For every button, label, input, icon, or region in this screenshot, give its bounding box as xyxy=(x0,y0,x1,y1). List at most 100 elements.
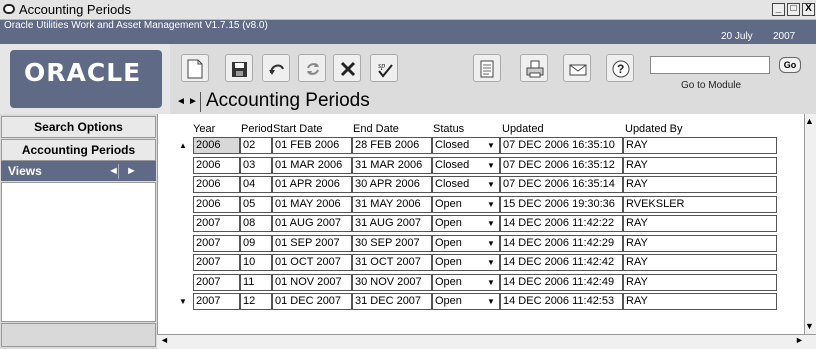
mail-icon[interactable] xyxy=(563,54,591,82)
report-icon[interactable] xyxy=(473,54,501,82)
row-scroll-down-icon[interactable]: ▼ xyxy=(173,293,193,310)
scroll-right-arrow-icon[interactable]: ► xyxy=(795,335,804,345)
window-title: Accounting Periods xyxy=(19,2,132,17)
start-date-cell[interactable]: 01 OCT 2007 xyxy=(272,254,352,271)
updated-cell[interactable]: 07 DEC 2006 16:35:14 xyxy=(500,176,623,193)
undo-icon[interactable] xyxy=(262,54,290,82)
updated-cell[interactable]: 14 DEC 2006 11:42:42 xyxy=(500,254,623,271)
period-cell[interactable]: 10 xyxy=(240,254,272,271)
goto-module-input[interactable] xyxy=(650,56,770,74)
year-cell[interactable]: 2006 xyxy=(193,176,240,193)
delete-icon[interactable] xyxy=(333,54,361,82)
start-date-cell[interactable]: 01 MAY 2006 xyxy=(272,196,352,213)
start-date-cell[interactable]: 01 FEB 2006 xyxy=(272,137,352,154)
updated-cell[interactable]: 14 DEC 2006 11:42:22 xyxy=(500,215,623,232)
column-header-status: Status xyxy=(433,123,465,135)
period-cell[interactable]: 03 xyxy=(240,157,272,174)
column-header-updated-by: Updated By xyxy=(625,123,683,135)
scroll-left-arrow-icon[interactable]: ◄ xyxy=(160,335,169,345)
status-dropdown-arrow-icon[interactable]: ▼ xyxy=(484,275,498,290)
year-cell[interactable]: 2007 xyxy=(193,293,240,310)
end-date-cell[interactable]: 31 DEC 2007 xyxy=(352,293,432,310)
product-bar: Oracle Utilities Work and Asset Manageme… xyxy=(0,20,816,44)
start-date-cell[interactable]: 01 APR 2006 xyxy=(272,176,352,193)
start-date-cell[interactable]: 01 SEP 2007 xyxy=(272,235,352,252)
updated-cell[interactable]: 14 DEC 2006 11:42:53 xyxy=(500,293,623,310)
previous-record-button[interactable]: ◄ xyxy=(176,96,186,107)
refresh-icon[interactable] xyxy=(298,54,326,82)
updated-cell[interactable]: 07 DEC 2006 16:35:12 xyxy=(500,157,623,174)
status-dropdown-arrow-icon[interactable]: ▼ xyxy=(484,294,498,309)
end-date-cell[interactable]: 31 AUG 2007 xyxy=(352,215,432,232)
horizontal-scrollbar[interactable] xyxy=(157,334,816,349)
end-date-cell[interactable]: 30 SEP 2007 xyxy=(352,235,432,252)
year-cell[interactable]: 2006 xyxy=(193,157,240,174)
end-date-cell[interactable]: 31 MAY 2006 xyxy=(352,196,432,213)
new-document-icon[interactable] xyxy=(181,54,209,82)
period-cell[interactable]: 11 xyxy=(240,274,272,291)
next-record-button[interactable]: ► xyxy=(188,96,198,107)
updated-cell[interactable]: 14 DEC 2006 11:42:29 xyxy=(500,235,623,252)
status-dropdown-arrow-icon[interactable]: ▼ xyxy=(484,197,498,212)
end-date-cell[interactable]: 28 FEB 2006 xyxy=(352,137,432,154)
period-cell[interactable]: 08 xyxy=(240,215,272,232)
updated-by-cell[interactable]: RAY xyxy=(623,293,777,310)
status-dropdown-arrow-icon[interactable]: ▼ xyxy=(484,236,498,251)
updated-by-cell[interactable]: RAY xyxy=(623,215,777,232)
updated-cell[interactable]: 07 DEC 2006 16:35:10 xyxy=(500,137,623,154)
status-dropdown-arrow-icon[interactable]: ▼ xyxy=(484,177,498,192)
logo-panel: ORACLE xyxy=(10,50,162,108)
year-cell[interactable]: 2007 xyxy=(193,274,240,291)
status-dropdown-arrow-icon[interactable]: ▼ xyxy=(484,216,498,231)
status-dropdown-arrow-icon[interactable]: ▼ xyxy=(484,255,498,270)
updated-by-cell[interactable]: RAY xyxy=(623,254,777,271)
updated-by-cell[interactable]: RAY xyxy=(623,235,777,252)
page-title: Accounting Periods xyxy=(206,90,370,111)
print-icon[interactable] xyxy=(520,54,548,82)
period-cell[interactable]: 02 xyxy=(240,137,272,154)
updated-cell[interactable]: 15 DEC 2006 19:30:36 xyxy=(500,196,623,213)
help-icon[interactable]: ? xyxy=(606,54,634,82)
year-cell[interactable]: 2007 xyxy=(193,254,240,271)
column-header-period: Period xyxy=(241,123,273,135)
scroll-up-arrow-icon[interactable]: ▲ xyxy=(805,116,814,126)
updated-by-cell[interactable]: RAY xyxy=(623,176,777,193)
updated-by-cell[interactable]: RAY xyxy=(623,157,777,174)
period-cell[interactable]: 12 xyxy=(240,293,272,310)
year-cell[interactable]: 2006 xyxy=(193,137,240,154)
period-cell[interactable]: 05 xyxy=(240,196,272,213)
updated-by-cell[interactable]: RVEKSLER xyxy=(623,196,777,213)
status-dropdown-arrow-icon[interactable]: ▼ xyxy=(484,158,498,173)
views-next-button[interactable]: ► xyxy=(126,165,137,177)
column-header-start-date: Start Date xyxy=(273,123,323,135)
updated-cell[interactable]: 14 DEC 2006 11:42:49 xyxy=(500,274,623,291)
current-date: 20 July xyxy=(721,31,753,42)
period-cell[interactable]: 04 xyxy=(240,176,272,193)
start-date-cell[interactable]: 01 DEC 2007 xyxy=(272,293,352,310)
end-date-cell[interactable]: 31 MAR 2006 xyxy=(352,157,432,174)
updated-by-cell[interactable]: RAY xyxy=(623,137,777,154)
minimize-button[interactable]: _ xyxy=(772,3,785,16)
start-date-cell[interactable]: 01 MAR 2006 xyxy=(272,157,352,174)
status-dropdown-arrow-icon[interactable]: ▼ xyxy=(484,138,498,153)
year-cell[interactable]: 2006 xyxy=(193,196,240,213)
close-button[interactable]: X xyxy=(802,3,815,16)
vertical-scrollbar[interactable] xyxy=(804,114,816,349)
end-date-cell[interactable]: 30 APR 2006 xyxy=(352,176,432,193)
start-date-cell[interactable]: 01 NOV 2007 xyxy=(272,274,352,291)
scroll-down-arrow-icon[interactable]: ▼ xyxy=(805,321,814,331)
accounting-periods-button[interactable]: Accounting Periods xyxy=(1,139,156,161)
year-cell[interactable]: 2007 xyxy=(193,215,240,232)
save-icon[interactable] xyxy=(225,54,253,82)
row-scroll-up-icon[interactable]: ▲ xyxy=(173,137,193,154)
updated-by-cell[interactable]: RAY xyxy=(623,274,777,291)
go-button[interactable]: Go xyxy=(779,57,801,73)
maximize-button[interactable]: □ xyxy=(787,3,800,16)
end-date-cell[interactable]: 30 NOV 2007 xyxy=(352,274,432,291)
search-options-button[interactable]: Search Options xyxy=(1,116,156,138)
start-date-cell[interactable]: 01 AUG 2007 xyxy=(272,215,352,232)
period-cell[interactable]: 09 xyxy=(240,235,272,252)
spell-check-icon[interactable]: sp xyxy=(370,54,398,82)
end-date-cell[interactable]: 31 OCT 2007 xyxy=(352,254,432,271)
year-cell[interactable]: 2007 xyxy=(193,235,240,252)
